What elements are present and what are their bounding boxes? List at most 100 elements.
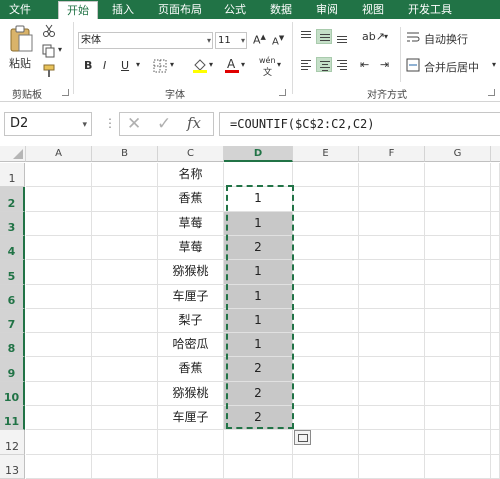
cell-a6[interactable] [26, 285, 92, 309]
orientation-icon[interactable]: ab↗ [362, 30, 385, 43]
cell-g12[interactable] [425, 430, 491, 455]
align-middle-icon[interactable] [316, 29, 332, 44]
underline-button[interactable]: U [121, 59, 129, 72]
increase-font-icon[interactable]: A▲ [253, 33, 266, 47]
align-left-icon[interactable] [298, 57, 314, 72]
cell-d2[interactable]: 1 [224, 187, 293, 212]
font-size-select[interactable]: 11 ▾ [215, 32, 247, 49]
cell-a4[interactable] [26, 236, 92, 260]
cell-g7[interactable] [425, 309, 491, 333]
cell-h4[interactable] [491, 236, 500, 260]
cell-b6[interactable] [92, 285, 158, 309]
more-options-icon[interactable]: ⋮ [104, 116, 116, 130]
cell-f9[interactable] [359, 357, 425, 382]
cell-b9[interactable] [92, 357, 158, 382]
cell-g11[interactable] [425, 406, 491, 430]
cell-d11[interactable]: 2 [224, 406, 293, 430]
row-header-4[interactable]: 4 [0, 236, 25, 260]
cell-g1[interactable] [425, 163, 491, 187]
column-header-f[interactable]: F [359, 146, 425, 162]
cell-f6[interactable] [359, 285, 425, 309]
cell-d4[interactable]: 2 [224, 236, 293, 260]
decrease-indent-icon[interactable]: ⇤ [360, 58, 369, 71]
cell-c1[interactable]: 名称 [158, 163, 224, 187]
cell-e11[interactable] [293, 406, 359, 430]
decrease-font-icon[interactable]: A▼ [272, 34, 284, 47]
cell-b12[interactable] [92, 430, 158, 455]
cell-f7[interactable] [359, 309, 425, 333]
cell-g4[interactable] [425, 236, 491, 260]
cell-c3[interactable]: 草莓 [158, 212, 224, 236]
cell-e6[interactable] [293, 285, 359, 309]
row-header-8[interactable]: 8 [0, 333, 25, 357]
cell-a2[interactable] [26, 187, 92, 212]
tab-developer[interactable]: 开发工具 [400, 0, 460, 19]
cell-b13[interactable] [92, 455, 158, 479]
font-color-button[interactable]: A [225, 55, 239, 73]
cell-e4[interactable] [293, 236, 359, 260]
cell-b10[interactable] [92, 382, 158, 406]
row-header-3[interactable]: 3 [0, 212, 25, 236]
tab-insert[interactable]: 插入 [104, 0, 142, 19]
chevron-down-icon[interactable]: ▾ [384, 32, 388, 41]
cell-a3[interactable] [26, 212, 92, 236]
cell-c13[interactable] [158, 455, 224, 479]
cell-e10[interactable] [293, 382, 359, 406]
cell-b7[interactable] [92, 309, 158, 333]
row-header-10[interactable]: 10 [0, 382, 25, 406]
tab-page-layout[interactable]: 页面布局 [150, 0, 210, 19]
cell-c8[interactable]: 哈密瓜 [158, 333, 224, 357]
cell-f8[interactable] [359, 333, 425, 357]
tab-review[interactable]: 审阅 [308, 0, 346, 19]
fill-color-icon[interactable] [192, 57, 208, 73]
clipboard-dialog-launcher-icon[interactable] [62, 89, 69, 96]
cell-d8[interactable]: 1 [224, 333, 293, 357]
cell-h2[interactable] [491, 187, 500, 212]
cell-c6[interactable]: 车厘子 [158, 285, 224, 309]
column-header-d[interactable]: D [224, 146, 293, 162]
chevron-down-icon[interactable]: ▾ [241, 60, 245, 69]
format-painter-icon[interactable] [42, 64, 56, 78]
cell-b4[interactable] [92, 236, 158, 260]
chevron-down-icon[interactable]: ▾ [277, 60, 281, 69]
cell-f11[interactable] [359, 406, 425, 430]
cell-g13[interactable] [425, 455, 491, 479]
select-all-corner[interactable] [0, 146, 26, 162]
cell-h7[interactable] [491, 309, 500, 333]
tab-view[interactable]: 视图 [354, 0, 392, 19]
row-header-12[interactable]: 12 [0, 430, 25, 455]
cell-a5[interactable] [26, 260, 92, 285]
font-dialog-launcher-icon[interactable] [279, 89, 286, 96]
cell-f2[interactable] [359, 187, 425, 212]
cell-a7[interactable] [26, 309, 92, 333]
align-center-icon[interactable] [316, 57, 332, 72]
merge-center-button[interactable]: 合并后居中 ▾ [406, 58, 500, 74]
cell-a10[interactable] [26, 382, 92, 406]
cell-h12[interactable] [491, 430, 500, 455]
cell-d5[interactable]: 1 [224, 260, 293, 285]
cell-b8[interactable] [92, 333, 158, 357]
cell-g6[interactable] [425, 285, 491, 309]
cell-f12[interactable] [359, 430, 425, 455]
chevron-down-icon[interactable]: ▾ [209, 60, 213, 69]
insert-function-icon[interactable]: fx [187, 114, 201, 132]
cell-h1[interactable] [491, 163, 500, 187]
row-header-2[interactable]: 2 [0, 187, 25, 212]
cell-e3[interactable] [293, 212, 359, 236]
cell-d13[interactable] [224, 455, 293, 479]
worksheet-grid[interactable]: A B C D E F G 1 名称 2 香蕉 1 3 草莓 1 4 草莓 2 5 猕猴桃 1 6 车厘子 1 7… [0, 146, 500, 479]
row-header-1[interactable]: 1 [0, 163, 25, 187]
cell-g10[interactable] [425, 382, 491, 406]
cell-d6[interactable]: 1 [224, 285, 293, 309]
column-header-c[interactable]: C [158, 146, 224, 162]
column-header-h[interactable] [491, 146, 500, 162]
cell-f3[interactable] [359, 212, 425, 236]
cell-h8[interactable] [491, 333, 500, 357]
cell-a12[interactable] [26, 430, 92, 455]
cell-a11[interactable] [26, 406, 92, 430]
cell-f1[interactable] [359, 163, 425, 187]
cell-a9[interactable] [26, 357, 92, 382]
cell-b11[interactable] [92, 406, 158, 430]
cancel-icon[interactable]: ✕ [127, 114, 141, 134]
cell-h5[interactable] [491, 260, 500, 285]
